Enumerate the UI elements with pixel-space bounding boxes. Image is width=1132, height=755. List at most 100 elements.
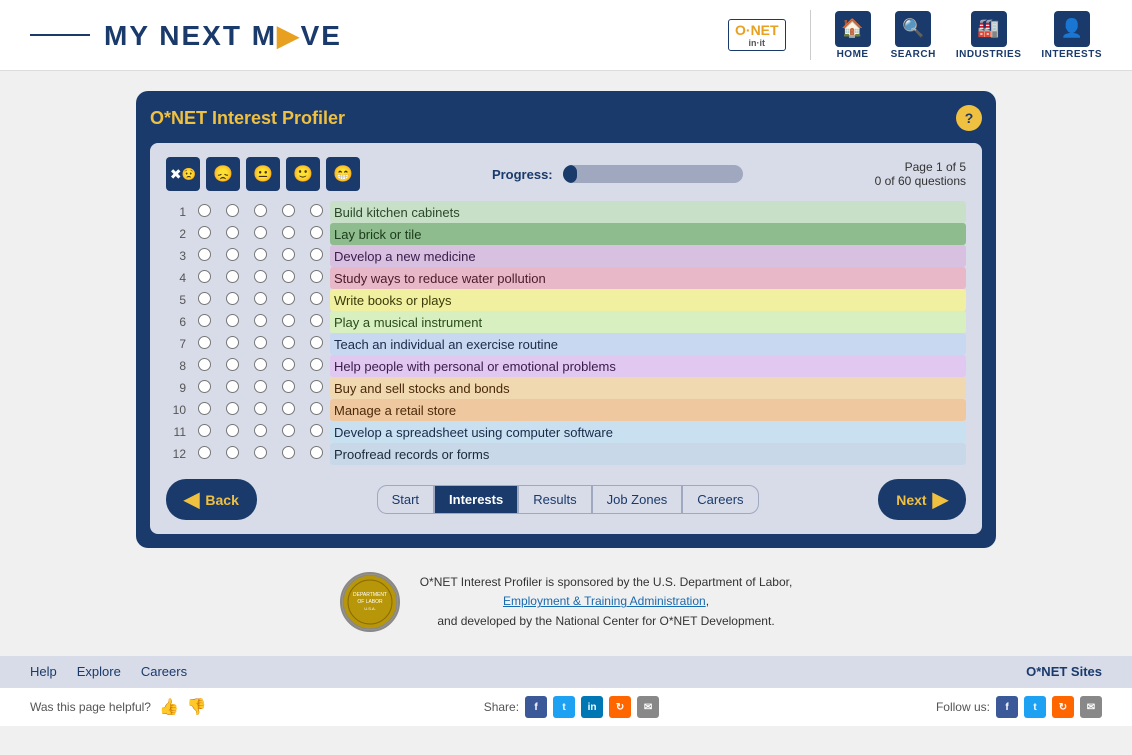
radio-option-3[interactable] [246, 377, 274, 399]
header-divider [810, 10, 811, 60]
rss-follow-icon[interactable]: ↻ [1052, 696, 1074, 718]
radio-option-3[interactable] [246, 289, 274, 311]
question-text: Write books or plays [330, 289, 966, 311]
radio-option-4[interactable] [274, 443, 302, 465]
linkedin-share-icon[interactable]: in [581, 696, 603, 718]
radio-option-3[interactable] [246, 267, 274, 289]
radio-option-1[interactable] [190, 333, 218, 355]
radio-option-5[interactable] [302, 443, 330, 465]
radio-option-5[interactable] [302, 377, 330, 399]
radio-option-2[interactable] [218, 311, 246, 333]
radio-option-2[interactable] [218, 201, 246, 223]
radio-option-2[interactable] [218, 245, 246, 267]
twitter-follow-icon[interactable]: t [1024, 696, 1046, 718]
row-number: 9 [166, 377, 190, 399]
radio-option-3[interactable] [246, 201, 274, 223]
thumbs-up-button[interactable]: 👍 [159, 697, 179, 717]
radio-option-3[interactable] [246, 333, 274, 355]
step-results[interactable]: Results [518, 485, 591, 514]
radio-option-3[interactable] [246, 245, 274, 267]
radio-option-1[interactable] [190, 267, 218, 289]
radio-option-1[interactable] [190, 377, 218, 399]
nav-search[interactable]: 🔍 SEARCH [891, 11, 936, 60]
nav-industries[interactable]: 🏭 INDUSTRIES [956, 11, 1022, 60]
svg-text:DEPARTMENT: DEPARTMENT [353, 592, 387, 598]
facebook-share-icon[interactable]: f [525, 696, 547, 718]
nav-interests[interactable]: 👤 INTERESTS [1041, 11, 1102, 60]
radio-option-5[interactable] [302, 333, 330, 355]
next-button[interactable]: Next ▶ [878, 479, 966, 520]
radio-option-5[interactable] [302, 355, 330, 377]
thumbs-down-button[interactable]: 👎 [187, 697, 207, 717]
radio-option-4[interactable] [274, 311, 302, 333]
bottom-bar: Was this page helpful? 👍 👎 Share: f t in… [0, 687, 1132, 726]
radio-option-2[interactable] [218, 377, 246, 399]
radio-option-1[interactable] [190, 355, 218, 377]
rss-share-icon[interactable]: ↻ [609, 696, 631, 718]
step-start[interactable]: Start [377, 485, 434, 514]
radio-option-1[interactable] [190, 289, 218, 311]
footer-link-careers[interactable]: Careers [141, 664, 187, 679]
radio-option-5[interactable] [302, 289, 330, 311]
radio-option-4[interactable] [274, 399, 302, 421]
radio-option-4[interactable] [274, 201, 302, 223]
radio-option-5[interactable] [302, 267, 330, 289]
radio-option-2[interactable] [218, 355, 246, 377]
row-number: 11 [166, 421, 190, 443]
profiler-title-bar: O*NET Interest Profiler ? [150, 105, 982, 131]
face-dislike-strong: ✖😟 [166, 157, 200, 191]
radio-option-4[interactable] [274, 421, 302, 443]
interests-icon: 👤 [1054, 11, 1090, 47]
radio-option-3[interactable] [246, 311, 274, 333]
radio-option-1[interactable] [190, 311, 218, 333]
footer-link-explore[interactable]: Explore [77, 664, 121, 679]
facebook-follow-icon[interactable]: f [996, 696, 1018, 718]
radio-option-5[interactable] [302, 399, 330, 421]
radio-option-5[interactable] [302, 245, 330, 267]
radio-option-1[interactable] [190, 201, 218, 223]
step-careers[interactable]: Careers [682, 485, 758, 514]
email-share-icon[interactable]: ✉ [637, 696, 659, 718]
radio-option-3[interactable] [246, 223, 274, 245]
face-dislike: 😞 [206, 157, 240, 191]
radio-option-2[interactable] [218, 289, 246, 311]
page-info: Page 1 of 5 [875, 160, 966, 174]
email-follow-icon[interactable]: ✉ [1080, 696, 1102, 718]
twitter-share-icon[interactable]: t [553, 696, 575, 718]
radio-option-3[interactable] [246, 421, 274, 443]
radio-option-5[interactable] [302, 201, 330, 223]
logo-arrow: ▶ [277, 20, 301, 51]
radio-option-2[interactable] [218, 443, 246, 465]
radio-option-3[interactable] [246, 399, 274, 421]
radio-option-5[interactable] [302, 223, 330, 245]
back-button[interactable]: ◀ Back [166, 479, 257, 520]
radio-option-1[interactable] [190, 421, 218, 443]
radio-option-5[interactable] [302, 421, 330, 443]
step-interests[interactable]: Interests [434, 485, 518, 514]
radio-option-1[interactable] [190, 223, 218, 245]
radio-option-4[interactable] [274, 355, 302, 377]
radio-option-4[interactable] [274, 377, 302, 399]
sponsor-link[interactable]: Employment & Training Administration [503, 594, 706, 608]
radio-option-2[interactable] [218, 399, 246, 421]
radio-option-3[interactable] [246, 355, 274, 377]
radio-option-2[interactable] [218, 267, 246, 289]
radio-option-1[interactable] [190, 443, 218, 465]
back-arrow-icon: ◀ [184, 487, 199, 512]
radio-option-2[interactable] [218, 333, 246, 355]
radio-option-5[interactable] [302, 311, 330, 333]
footer-link-help[interactable]: Help [30, 664, 57, 679]
radio-option-1[interactable] [190, 399, 218, 421]
radio-option-4[interactable] [274, 223, 302, 245]
radio-option-3[interactable] [246, 443, 274, 465]
radio-option-4[interactable] [274, 333, 302, 355]
radio-option-4[interactable] [274, 289, 302, 311]
radio-option-2[interactable] [218, 223, 246, 245]
radio-option-4[interactable] [274, 245, 302, 267]
radio-option-1[interactable] [190, 245, 218, 267]
step-job-zones[interactable]: Job Zones [592, 485, 683, 514]
radio-option-2[interactable] [218, 421, 246, 443]
nav-home[interactable]: 🏠 HOME [835, 11, 871, 60]
radio-option-4[interactable] [274, 267, 302, 289]
help-button[interactable]: ? [956, 105, 982, 131]
